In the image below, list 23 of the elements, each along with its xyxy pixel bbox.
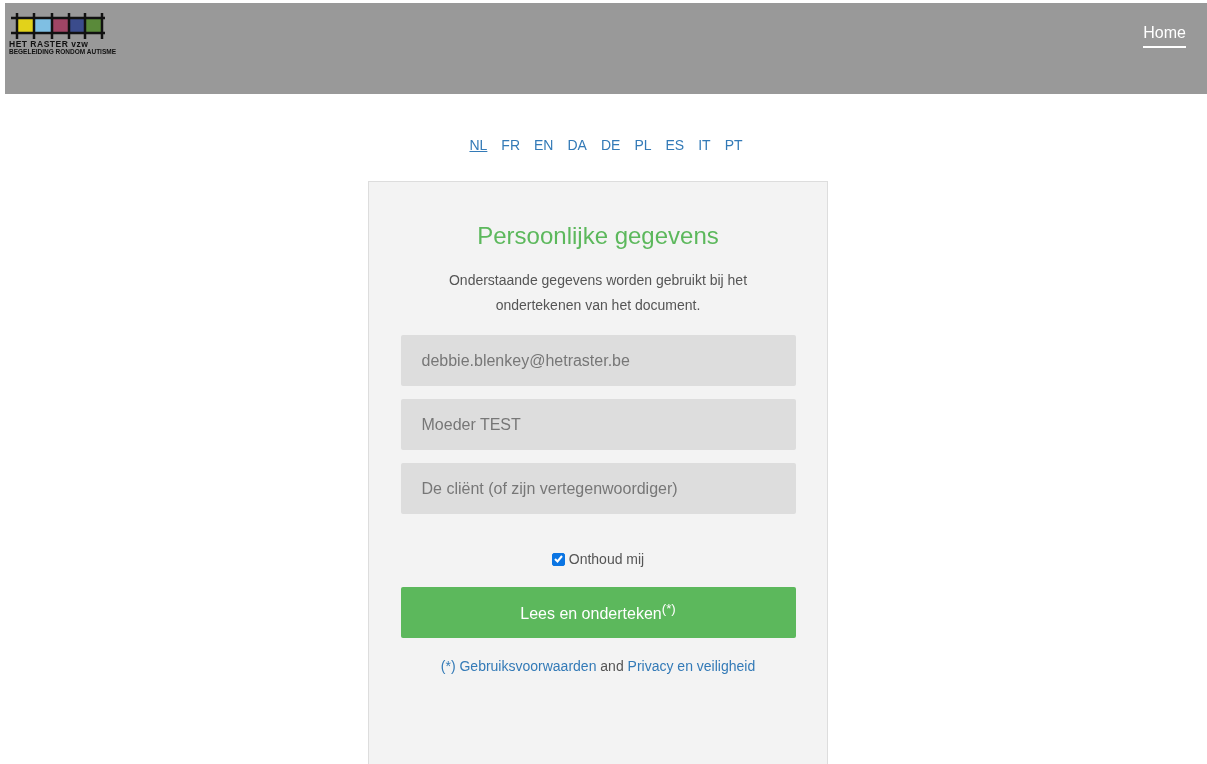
language-link[interactable]: FR — [499, 137, 523, 157]
language-link[interactable]: ES — [663, 137, 687, 157]
language-link[interactable]: DE — [598, 137, 623, 157]
form-description: Onderstaande gegevens worden gebruikt bij het ondertekenen van het document. — [447, 271, 749, 315]
input-field[interactable]: De cliënt (of zijn vertegenwoordiger) — [400, 463, 796, 514]
language-link[interactable]: NL — [467, 137, 490, 157]
sign-button[interactable]: Lees en onderteken$^{(*)}$ — [400, 587, 796, 638]
terms-sentence: (*) Gebruiksvoorwaarden and Privacy en veiligheid — [440, 658, 756, 674]
nav-link[interactable]: Home — [1143, 24, 1186, 48]
logo-grid-icon — [9, 12, 107, 40]
language-link[interactable]: IT — [696, 137, 713, 157]
input-field[interactable]: Moeder TEST — [400, 399, 796, 450]
form-title: Persoonlijke gegevens — [477, 222, 719, 250]
remember-checkbox[interactable] — [551, 552, 565, 566]
terms-link[interactable]: (*) Gebruiksvoorwaarden — [440, 658, 597, 674]
language-link[interactable]: PL — [632, 137, 654, 157]
input-field[interactable]: debbie.blenkey@hetraster.be — [400, 335, 796, 386]
checkbox-label: Onthoud mij — [568, 551, 645, 567]
language-link[interactable]: EN — [532, 137, 556, 157]
logo-name: HET RASTER vzw — [9, 40, 90, 49]
language-link[interactable]: PT — [722, 137, 745, 157]
language-link[interactable]: DA — [565, 137, 589, 157]
privacy-link[interactable]: Privacy en veiligheid — [627, 658, 756, 674]
